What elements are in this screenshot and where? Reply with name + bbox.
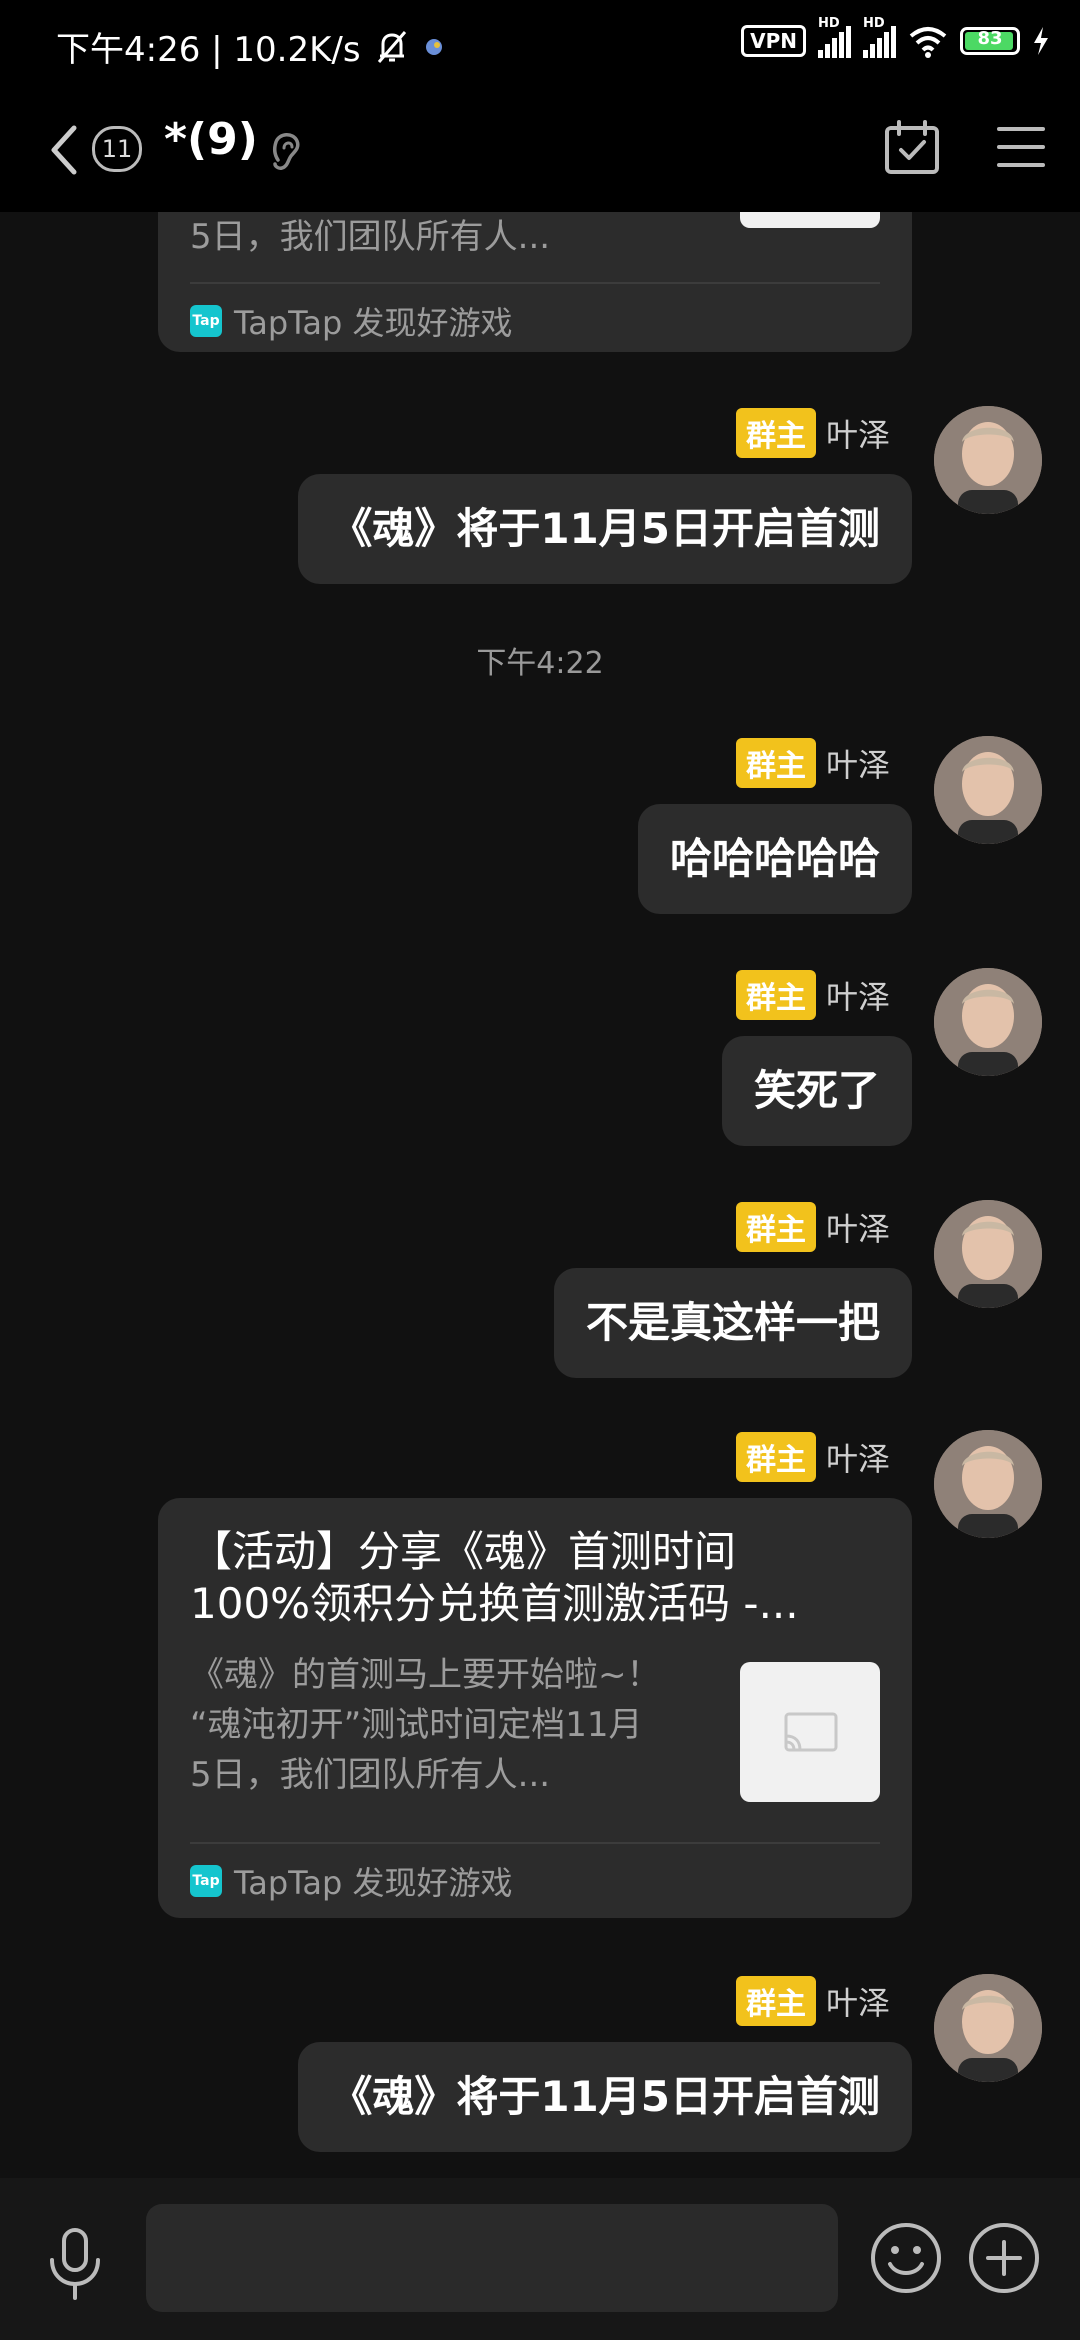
card-title-line-1: 【活动】分享《魂》首测时间 xyxy=(190,1527,737,1576)
menu-icon[interactable] xyxy=(996,124,1046,170)
status-left: 下午4:26 | 10.2K/s xyxy=(56,22,445,71)
hd-label: HD xyxy=(818,16,840,31)
status-time-speed: 下午4:26 | 10.2K/s xyxy=(56,30,361,70)
avatar-image xyxy=(934,1430,1042,1538)
taptap-logo-text: Tap xyxy=(192,313,220,329)
message-sender: 群主 叶泽 xyxy=(735,1202,890,1252)
avatar[interactable] xyxy=(934,1200,1042,1308)
sender-name[interactable]: 叶泽 xyxy=(826,1978,890,2024)
card-desc-line-3: 5日，我们团队所有人... xyxy=(190,1755,551,1795)
shared-link-card[interactable]: 5日，我们团队所有人... Tap TapTap 发现好游戏 xyxy=(158,212,912,352)
add-icon[interactable] xyxy=(966,2220,1042,2296)
card-source: Tap TapTap 发现好游戏 xyxy=(190,298,513,344)
hd-label-2: HD xyxy=(863,16,885,31)
signal-icon: HD xyxy=(818,16,851,58)
message-sender: 群主 叶泽 xyxy=(735,738,890,788)
group-owner-badge: 群主 xyxy=(735,408,816,458)
unread-count-badge[interactable]: 11 xyxy=(92,126,142,172)
avatar[interactable] xyxy=(934,406,1042,514)
message-sender: 群主 叶泽 xyxy=(735,1976,890,2026)
taptap-logo-text: Tap xyxy=(192,1873,220,1889)
battery-icon: 83 xyxy=(960,27,1020,55)
app-notification-icon xyxy=(425,38,442,55)
card-source-text: TapTap 发现好游戏 xyxy=(234,304,513,342)
group-owner-badge: 群主 xyxy=(735,970,816,1020)
sender-name[interactable]: 叶泽 xyxy=(826,972,890,1018)
group-owner-badge: 群主 xyxy=(735,1202,816,1252)
timestamp: 下午4:22 xyxy=(476,646,604,681)
avatar-image xyxy=(934,968,1042,1076)
avatar[interactable] xyxy=(934,1974,1042,2082)
message-bubble[interactable]: 《魂》将于11月5日开启首测 xyxy=(298,474,912,584)
avatar[interactable] xyxy=(934,968,1042,1076)
signal-icon-2: HD xyxy=(863,16,896,58)
image-placeholder-icon xyxy=(784,1712,838,1752)
card-title-line-2: 100%领积分兑换首测激活码 -... xyxy=(190,1579,799,1628)
card-source-text: TapTap 发现好游戏 xyxy=(234,1864,513,1902)
card-thumbnail xyxy=(740,1662,880,1802)
emoji-icon[interactable] xyxy=(868,2220,944,2296)
group-owner-badge: 群主 xyxy=(735,1976,816,2026)
sender-name[interactable]: 叶泽 xyxy=(826,410,890,456)
message-sender: 群主 叶泽 xyxy=(735,970,890,1020)
group-owner-badge: 群主 xyxy=(735,738,816,788)
microphone-icon[interactable] xyxy=(40,2224,110,2304)
avatar-image xyxy=(934,1200,1042,1308)
calendar-check-icon[interactable] xyxy=(882,118,942,178)
avatar[interactable] xyxy=(934,1430,1042,1538)
input-bar xyxy=(0,2178,1080,2340)
sender-name[interactable]: 叶泽 xyxy=(826,1204,890,1250)
avatar-image xyxy=(934,736,1042,844)
taptap-logo-icon: Tap xyxy=(190,305,222,337)
card-title: 【活动】分享《魂》首测时间 100%领积分兑换首测激活码 -... xyxy=(190,1526,880,1630)
card-description: 《魂》的首测马上要开始啦~！ “魂沌初开”测试时间定档11月 5日，我们团队所有… xyxy=(190,1650,710,1800)
card-source: Tap TapTap 发现好游戏 xyxy=(190,1858,513,1904)
card-divider xyxy=(190,282,880,284)
back-arrow-icon[interactable] xyxy=(44,120,84,180)
battery-level: 83 xyxy=(977,28,1003,49)
message-bubble[interactable]: 《魂》将于11月5日开启首测 xyxy=(298,2042,912,2152)
taptap-logo-icon: Tap xyxy=(190,1865,222,1897)
card-desc-line-2: “魂沌初开”测试时间定档11月 xyxy=(190,1705,643,1745)
group-owner-badge: 群主 xyxy=(735,1432,816,1482)
status-bar: 下午4:26 | 10.2K/s VPN HD HD 83 xyxy=(0,0,1080,96)
status-right: VPN HD HD 83 xyxy=(741,16,1050,58)
avatar-image xyxy=(934,406,1042,514)
card-thumbnail xyxy=(740,212,880,228)
bell-muted-icon xyxy=(377,30,406,63)
chat-message-list[interactable]: 5日，我们团队所有人... Tap TapTap 发现好游戏 群主 叶泽 《魂》… xyxy=(0,212,1080,2178)
message-input[interactable] xyxy=(146,2204,838,2312)
avatar-image xyxy=(934,1974,1042,2082)
shared-link-card[interactable]: 【活动】分享《魂》首测时间 100%领积分兑换首测激活码 -... 《魂》的首测… xyxy=(158,1498,912,1918)
charging-icon xyxy=(1034,27,1048,55)
chat-title[interactable]: *(9) xyxy=(164,114,258,165)
message-bubble[interactable]: 哈哈哈哈哈 xyxy=(637,804,912,914)
card-divider xyxy=(190,1842,880,1844)
message-bubble[interactable]: 笑死了 xyxy=(721,1036,912,1146)
card-description: 5日，我们团队所有人... xyxy=(190,217,551,257)
ear-icon[interactable] xyxy=(266,124,306,174)
sender-name[interactable]: 叶泽 xyxy=(826,740,890,786)
card-desc-line-1: 《魂》的首测马上要开始啦~！ xyxy=(190,1655,661,1695)
sender-name[interactable]: 叶泽 xyxy=(826,1434,890,1480)
message-sender: 群主 叶泽 xyxy=(735,408,890,458)
vpn-badge: VPN xyxy=(741,25,806,57)
message-bubble[interactable]: 不是真这样一把 xyxy=(553,1268,912,1378)
chat-header: 11 *(9) xyxy=(0,96,1080,212)
avatar[interactable] xyxy=(934,736,1042,844)
message-sender: 群主 叶泽 xyxy=(735,1432,890,1482)
wifi-icon xyxy=(909,27,947,58)
